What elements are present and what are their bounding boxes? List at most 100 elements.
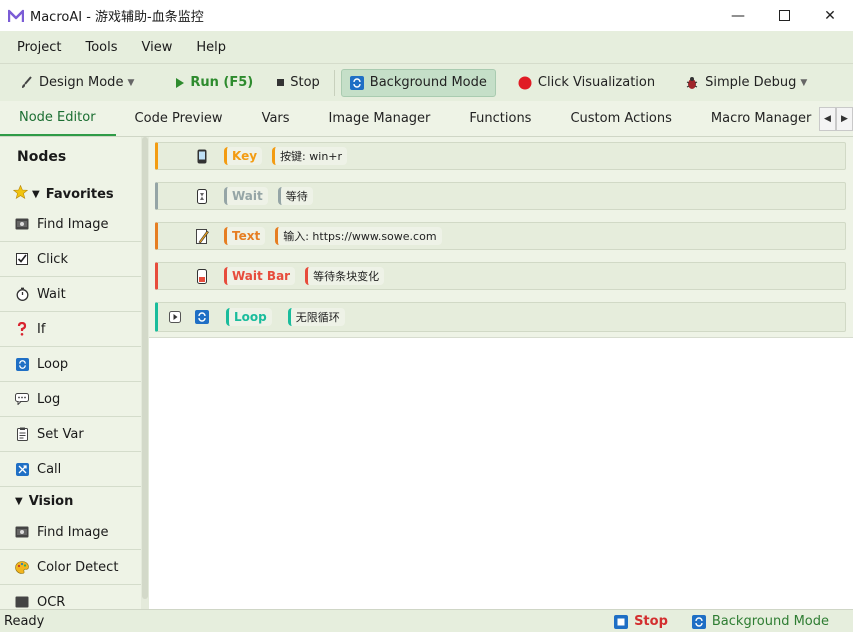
checkbox-icon [14, 253, 30, 265]
node-item-find-image-vision[interactable]: Find Image [0, 515, 141, 550]
menu-project[interactable]: Project [10, 40, 68, 55]
favorites-label: Favorites [45, 186, 114, 202]
node-item-find-image[interactable]: Find Image [0, 207, 141, 242]
node-row-wait[interactable]: Wait 等待 [155, 182, 846, 210]
node-item-click[interactable]: Click [0, 242, 141, 277]
node-row-text[interactable]: Text 输入: https://www.sowe.com [155, 222, 846, 250]
phone-icon [194, 148, 210, 164]
status-bar: Ready Stop Background Mode [0, 609, 853, 632]
status-background-mode-label: Background Mode [711, 614, 829, 629]
chevron-down-icon: ▼ [127, 77, 135, 88]
tab-custom-actions[interactable]: Custom Actions [551, 101, 691, 136]
tab-code-preview[interactable]: Code Preview [116, 101, 243, 136]
tab-image-manager[interactable]: Image Manager [310, 101, 451, 136]
node-item-loop[interactable]: Loop [0, 347, 141, 382]
background-mode-label: Background Mode [369, 75, 487, 90]
background-mode-button[interactable]: Background Mode [340, 68, 496, 97]
node-type-tag: Wait [224, 187, 268, 205]
node-row-wait-bar[interactable]: Wait Bar 等待条块变化 [155, 262, 846, 290]
status-background-mode[interactable]: Background Mode [691, 614, 829, 629]
expand-arrow-icon: ▼ [32, 188, 40, 200]
palette-icon [14, 560, 30, 574]
node-row-key[interactable]: Key 按键: win+r [155, 142, 846, 170]
node-list-area: Key 按键: win+r Wait 等待 Text 输入: https://w… [149, 137, 853, 338]
node-type-tag: Text [224, 227, 266, 245]
chevron-down-icon: ▼ [800, 77, 808, 88]
node-item-ocr[interactable]: OCR [0, 585, 141, 609]
vision-section-header[interactable]: ▼ Vision [0, 488, 141, 514]
tab-vars[interactable]: Vars [243, 101, 310, 136]
node-editor-canvas[interactable]: Key 按键: win+r Wait 等待 Text 输入: https://w… [149, 137, 853, 609]
node-item-label: Log [37, 391, 61, 407]
node-description: 输入: https://www.sowe.com [275, 227, 442, 245]
status-stop-button[interactable]: Stop [614, 614, 668, 629]
expand-arrow-icon: ▼ [15, 495, 23, 507]
expand-toggle-icon[interactable] [166, 310, 184, 324]
clipboard-icon [14, 427, 30, 441]
title-bar: MacroAI - 游戏辅助-血条监控 — ✕ [0, 0, 853, 31]
node-row-loop[interactable]: Loop 无限循环 [155, 302, 846, 332]
red-circle-icon [518, 76, 532, 90]
pencil-icon [194, 228, 210, 244]
tab-macro-manager[interactable]: Macro Manager [692, 101, 831, 136]
simple-debug-dropdown[interactable]: Simple Debug ▼ [677, 69, 815, 97]
status-stop-label: Stop [634, 614, 668, 629]
node-item-label: Find Image [37, 216, 109, 232]
maximize-button[interactable] [761, 0, 807, 31]
design-mode-dropdown[interactable]: Design Mode ▼ [12, 69, 142, 97]
panel-scrollbar[interactable] [141, 137, 149, 609]
close-button[interactable]: ✕ [807, 0, 853, 31]
tab-functions[interactable]: Functions [450, 101, 551, 136]
node-item-label: Set Var [37, 426, 84, 442]
stopwatch-icon [14, 287, 30, 301]
scrollbar-thumb[interactable] [142, 137, 148, 599]
node-item-log[interactable]: Log [0, 382, 141, 417]
panel-title: Nodes [17, 149, 67, 165]
menu-tools[interactable]: Tools [78, 40, 124, 55]
node-item-label: Click [37, 251, 68, 267]
node-type-tag: Key [224, 147, 263, 165]
image-icon [14, 526, 30, 538]
tab-node-editor[interactable]: Node Editor [0, 101, 116, 136]
question-icon [14, 322, 30, 336]
click-visualization-button[interactable]: Click Visualization [510, 69, 663, 97]
node-type-tag: Loop [226, 308, 272, 326]
play-icon [176, 77, 185, 88]
bug-icon [685, 76, 699, 90]
node-item-set-var[interactable]: Set Var [0, 417, 141, 452]
loop-icon [691, 614, 706, 629]
stop-button[interactable]: Stop [269, 69, 328, 97]
app-logo-icon [8, 8, 24, 24]
node-description: 无限循环 [287, 308, 345, 326]
loop-icon [14, 357, 30, 371]
node-item-label: Wait [37, 286, 66, 302]
vision-label: Vision [28, 493, 74, 509]
run-button[interactable]: Run (F5) [168, 69, 261, 97]
node-item-color-detect[interactable]: Color Detect [0, 550, 141, 585]
node-item-label: Loop [37, 356, 69, 372]
scroll-left-icon[interactable]: ◀ [819, 107, 836, 131]
node-description: 等待条块变化 [305, 267, 385, 285]
favorites-section-header[interactable]: ▼ Favorites [0, 181, 141, 207]
stop-square-icon [614, 614, 629, 629]
node-description: 按键: win+r [272, 147, 348, 165]
node-item-wait[interactable]: Wait [0, 277, 141, 312]
node-item-if[interactable]: If [0, 312, 141, 347]
shuffle-icon [14, 462, 30, 476]
image-icon [14, 218, 30, 230]
node-item-label: Find Image [37, 524, 109, 540]
battery-icon [194, 268, 210, 284]
menu-help[interactable]: Help [189, 40, 233, 55]
scroll-right-icon[interactable]: ▶ [836, 107, 853, 131]
stop-square-icon [277, 79, 285, 86]
node-item-call[interactable]: Call [0, 452, 141, 487]
nodes-panel: Nodes ▼ Favorites Find Image Click Wait … [0, 137, 149, 609]
run-label: Run (F5) [190, 75, 254, 90]
speech-icon [14, 393, 30, 405]
tab-bar: Node Editor Code Preview Vars Image Mana… [0, 101, 853, 137]
window-title: MacroAI - 游戏辅助-血条监控 [30, 10, 204, 25]
minimize-button[interactable]: — [715, 0, 761, 31]
tab-scroll-controls: ◀ ▶ [819, 101, 853, 136]
node-item-label: Color Detect [37, 559, 119, 575]
menu-view[interactable]: View [135, 40, 180, 55]
